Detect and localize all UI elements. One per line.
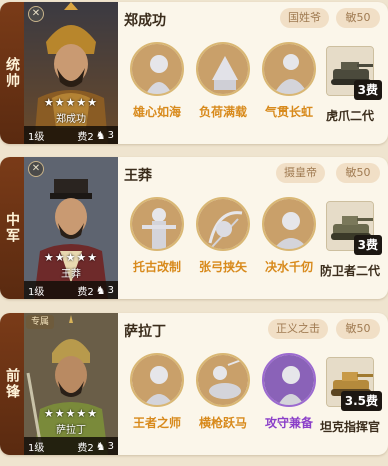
portrait-footer: 1级 费2 ♞ 3 <box>24 281 118 299</box>
position-strip: 统帅 <box>0 2 24 144</box>
equipment-name: 防卫者二代 <box>319 264 380 278</box>
portrait-footer: 1级 费2 ♞ 3 <box>24 126 118 144</box>
hero-name: 萨拉丁 <box>124 324 166 340</box>
star-rating: ★★★★★ <box>43 96 99 109</box>
equipment-cost: 3.5费 <box>340 391 382 411</box>
skill-slot[interactable]: 攻守兼备 <box>256 353 322 448</box>
cost-text: 费2 <box>77 442 94 454</box>
skill-icon <box>196 42 250 96</box>
trait-badge: 国姓爷 <box>280 8 329 28</box>
level-text: 1级 <box>28 131 45 143</box>
skill-name: 张弓挟矢 <box>198 260 247 274</box>
hero-card-saladin[interactable]: 前锋 专属 ★★★★★ 萨拉丁 1级 费2 ♞ 3 萨拉丁 正义之击 敏50 王… <box>0 313 388 455</box>
troop-text: 3 <box>107 284 114 296</box>
hero-name: 王莽 <box>124 168 152 184</box>
skill-icon <box>130 197 184 251</box>
portrait-name: 萨拉丁 <box>56 425 86 436</box>
skill-slot[interactable]: 张弓挟矢 <box>190 197 256 292</box>
hero-portrait[interactable]: 专属 ★★★★★ 萨拉丁 1级 费2 ♞ 3 <box>24 313 118 455</box>
equipment-slot[interactable]: 3费 虎爪二代 <box>322 42 382 142</box>
equipment-cost: 3费 <box>353 80 382 100</box>
position-strip: 中军 <box>0 157 24 299</box>
hero-portrait[interactable]: ✕ ★★★★★ 王莽 1级 费2 ♞ 3 <box>24 157 118 299</box>
skill-slot[interactable]: 托古改制 <box>124 197 190 292</box>
skill-slot[interactable]: 负荷满载 <box>190 42 256 137</box>
hero-portrait[interactable]: ✕ ★★★★★ 郑成功 1级 费2 ♞ 3 <box>24 2 118 144</box>
speed-badge: 敏50 <box>336 319 380 339</box>
star-rating: ★★★★★ <box>43 251 99 264</box>
skill-name: 负荷满载 <box>198 105 247 119</box>
portrait-name: 王莽 <box>61 269 81 280</box>
skill-icon <box>262 353 316 407</box>
star-rating: ★★★★★ <box>43 407 99 420</box>
skill-icon <box>262 42 316 96</box>
position-label: 中军 <box>4 212 20 244</box>
cost-text: 费2 <box>77 286 94 298</box>
level-text: 1级 <box>28 286 45 298</box>
special-tag: 专属 <box>26 315 54 329</box>
equipment-slot[interactable]: 3费 防卫者二代 <box>320 197 382 297</box>
level-text: 1级 <box>28 442 45 454</box>
position-label: 前锋 <box>4 368 20 400</box>
portrait-footer: 1级 费2 ♞ 3 <box>24 437 118 455</box>
skill-slot[interactable]: 雄心如海 <box>124 42 190 137</box>
troop-text: 3 <box>107 129 114 141</box>
skill-name: 决水千仞 <box>264 260 313 274</box>
position-strip: 前锋 <box>0 313 24 455</box>
hero-name: 郑成功 <box>124 13 166 29</box>
position-label: 统帅 <box>4 57 20 89</box>
portrait-name: 郑成功 <box>56 114 86 125</box>
skill-icon <box>262 197 316 251</box>
skill-name: 气贯长虹 <box>264 105 313 119</box>
horse-icon: ♞ <box>95 128 106 142</box>
hero-card-wang-mang[interactable]: 中军 ✕ ★★★★★ 王莽 1级 费2 ♞ 3 王莽 摄皇帝 敏50 托古改制 … <box>0 157 388 299</box>
speed-badge: 敏50 <box>336 8 380 28</box>
troop-text: 3 <box>107 440 114 452</box>
skill-name: 雄心如海 <box>132 105 181 119</box>
hero-card-zheng-chenggong[interactable]: 统帅 ✕ ★★★★★ 郑成功 1级 费2 ♞ 3 郑成功 国姓爷 敏50 雄心如… <box>0 2 388 144</box>
skill-name: 王者之师 <box>132 416 181 430</box>
equipment-name: 坦克指挥官 <box>319 420 380 434</box>
skill-name: 攻守兼备 <box>264 416 313 430</box>
trait-badge: 正义之击 <box>268 319 328 339</box>
role-swords-icon: ✕ <box>28 6 44 22</box>
skill-slot[interactable]: 气贯长虹 <box>256 42 322 137</box>
role-swords-icon: ✕ <box>28 161 44 177</box>
skill-icon <box>196 197 250 251</box>
trait-badge: 摄皇帝 <box>276 163 325 183</box>
speed-badge: 敏50 <box>336 163 380 183</box>
skill-icon <box>130 353 184 407</box>
equipment-cost: 3费 <box>353 235 382 255</box>
skill-slot[interactable]: 横枪跃马 <box>190 353 256 448</box>
equipment-slot[interactable]: 3.5费 坦克指挥官 <box>320 353 382 453</box>
skill-slot[interactable]: 王者之师 <box>124 353 190 448</box>
horse-icon: ♞ <box>95 283 106 297</box>
horse-icon: ♞ <box>95 439 106 453</box>
skill-name: 托古改制 <box>132 260 181 274</box>
skill-icon <box>196 353 250 407</box>
equipment-name: 虎爪二代 <box>325 109 374 123</box>
cost-text: 费2 <box>77 131 94 143</box>
skill-slot[interactable]: 决水千仞 <box>256 197 322 292</box>
skill-icon <box>130 42 184 96</box>
skill-name: 横枪跃马 <box>198 416 247 430</box>
